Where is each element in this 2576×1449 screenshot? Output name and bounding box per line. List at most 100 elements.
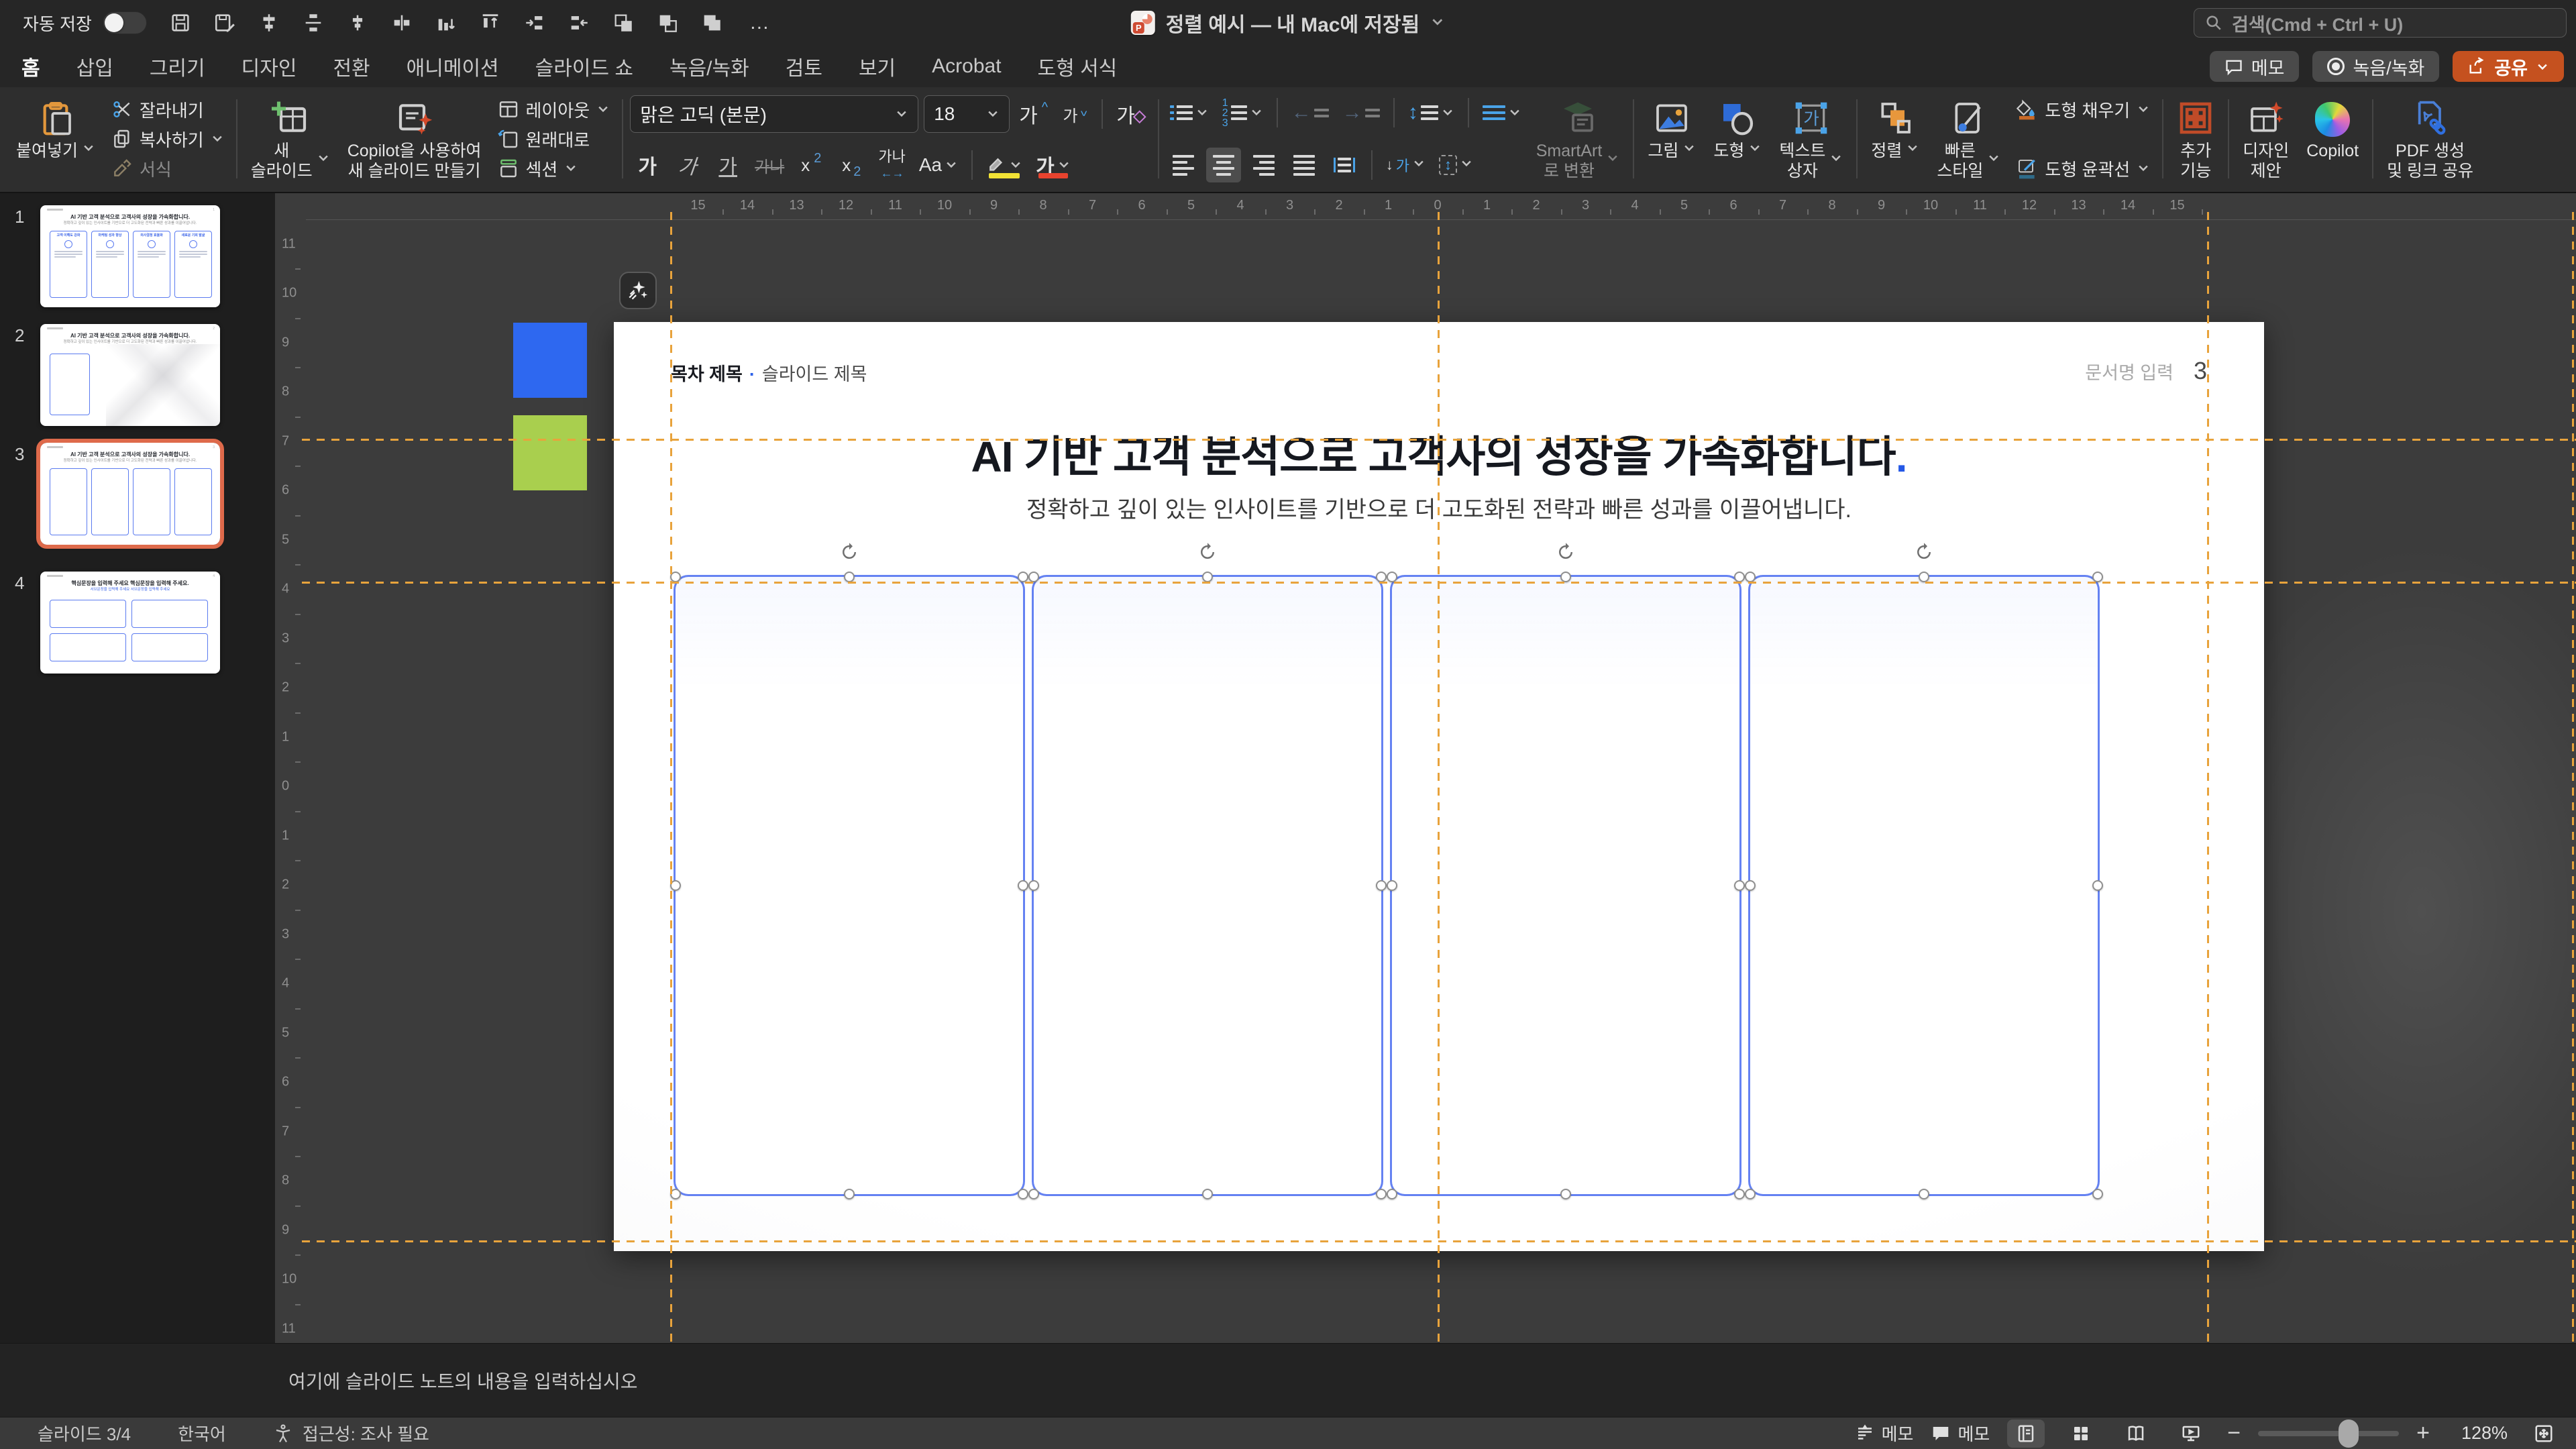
distribute-vertical-icon[interactable] (300, 9, 327, 36)
share-button[interactable]: 공유 (2453, 51, 2564, 82)
tab-검토[interactable]: 검토 (784, 49, 824, 84)
font-name-select[interactable]: 맑은 고딕 (본문) (630, 95, 918, 133)
copilot-new-slide-button[interactable]: Copilot을 사용하여 새 슬라이드 만들기 (341, 93, 488, 185)
horizontal-guide[interactable] (302, 1240, 2576, 1242)
content-placeholder-1[interactable] (674, 575, 1025, 1196)
vertical-guide[interactable] (2207, 212, 2209, 1343)
move-right-icon[interactable] (521, 9, 548, 36)
underline-button[interactable]: 가 (710, 148, 745, 182)
character-spacing-button[interactable]: 가나 ←→ (874, 148, 909, 182)
resize-handle[interactable] (844, 1189, 855, 1199)
record-button[interactable]: 녹음/녹화 (2312, 51, 2439, 82)
slideshow-view-button[interactable] (2172, 1419, 2210, 1448)
quick-styles-button[interactable]: 빠른 스타일 (1930, 93, 2007, 185)
blue-color-shape[interactable] (513, 323, 587, 398)
window-title-area[interactable]: P 정렬 예시 — 내 Mac에 저장됨 (1131, 0, 1445, 46)
design-ideas-button[interactable]: 디자인 제안 (2236, 93, 2296, 185)
autosave-control[interactable]: 자동 저장 (23, 11, 147, 36)
resize-handle[interactable] (1560, 1189, 1571, 1199)
bullets-button[interactable] (1166, 95, 1213, 130)
resize-handle[interactable] (1376, 572, 1387, 582)
resize-handle[interactable] (1028, 1189, 1039, 1199)
format-painter-button[interactable]: 서식 (106, 154, 229, 182)
slide-thumbnail-4[interactable]: 44핵심문장을 입력해 주세요 핵심문장을 입력해 주세요.서브문장을 입력해 … (40, 572, 220, 674)
superscript-button[interactable]: x2 (794, 148, 828, 182)
resize-handle[interactable] (2092, 1189, 2103, 1199)
highlight-color-button[interactable] (982, 148, 1026, 182)
align-bottom-icon[interactable] (433, 9, 460, 36)
normal-view-button[interactable] (2007, 1419, 2045, 1448)
text-direction-button[interactable]: ↓가 (1382, 148, 1430, 182)
save-icon[interactable] (167, 9, 194, 36)
resize-handle[interactable] (1387, 572, 1397, 582)
notes-pane[interactable]: 여기에 슬라이드 노트의 내용을 입력하십시오 (0, 1343, 2576, 1417)
slide-docname[interactable]: 문서명 입력 3 (2085, 357, 2207, 385)
send-backward-icon[interactable] (654, 9, 681, 36)
resize-handle[interactable] (1028, 880, 1039, 891)
shrink-font-button[interactable]: 가^ (1057, 97, 1092, 131)
vertical-guide[interactable] (2572, 212, 2574, 1343)
paste-button[interactable]: 붙여넣기 (9, 93, 102, 185)
numbering-button[interactable]: 123 (1218, 95, 1267, 130)
tab-애니메이션[interactable]: 애니메이션 (405, 49, 500, 84)
shape-fill-button[interactable]: 도형 채우기 (2011, 95, 2155, 123)
resize-handle[interactable] (1745, 1189, 1756, 1199)
subscript-button[interactable]: x2 (834, 148, 869, 182)
more-commands-button[interactable]: … (745, 11, 771, 34)
zoom-in-button[interactable]: + (2416, 1420, 2430, 1446)
content-placeholder-3[interactable] (1390, 575, 1741, 1196)
align-right-button[interactable] (1246, 148, 1281, 182)
accessibility-checker[interactable]: 접근성: 조사 필요 (273, 1421, 429, 1446)
tab-Acrobat[interactable]: Acrobat (930, 52, 1002, 80)
shape-outline-button[interactable]: 도형 윤곽선 (2011, 154, 2155, 182)
zoom-slider[interactable] (2258, 1431, 2399, 1436)
zoom-slider-thumb[interactable] (2339, 1419, 2359, 1448)
rotate-handle[interactable] (839, 542, 859, 562)
tab-녹음/녹화[interactable]: 녹음/녹화 (668, 49, 751, 84)
resize-handle[interactable] (1376, 1189, 1387, 1199)
align-objects-center-icon[interactable] (256, 9, 282, 36)
zoom-out-button[interactable]: − (2227, 1420, 2241, 1446)
merge-shapes-icon[interactable] (698, 9, 725, 36)
resize-handle[interactable] (1018, 572, 1028, 582)
cut-button[interactable]: 잘라내기 (106, 95, 229, 123)
tab-삽입[interactable]: 삽입 (75, 49, 115, 84)
pdf-create-share-button[interactable]: PDF 생성 및 링크 공유 (2380, 93, 2480, 185)
distribute-text-button[interactable] (1327, 148, 1362, 182)
vertical-ruler[interactable]: 111098765432101234567891011 (275, 220, 306, 1343)
change-case-button[interactable]: Aa (915, 148, 962, 182)
resize-handle[interactable] (1734, 880, 1745, 891)
copy-button[interactable]: 복사하기 (106, 125, 229, 153)
title-chevron-icon[interactable] (1430, 14, 1445, 32)
comments-toggle-button[interactable]: 메모 (1931, 1421, 1990, 1446)
reading-view-button[interactable] (2117, 1419, 2155, 1448)
line-spacing-button[interactable]: ↕ (1404, 95, 1458, 130)
slide-thumbnail-3[interactable]: 33AI 기반 고객 분석으로 고객사의 성장을 가속화합니다.정확하고 깊이 … (40, 443, 220, 545)
arrange-button[interactable]: 정렬 (1864, 93, 1926, 185)
slide-sorter-view-button[interactable] (2062, 1419, 2100, 1448)
zoom-percent[interactable]: 128% (2447, 1423, 2508, 1444)
section-button[interactable]: 섹션 (492, 154, 616, 182)
strikethrough-button[interactable]: 가나 (751, 148, 788, 182)
resize-handle[interactable] (1734, 572, 1745, 582)
resize-handle[interactable] (1560, 572, 1571, 582)
resize-handle[interactable] (1387, 1189, 1397, 1199)
tab-디자인[interactable]: 디자인 (240, 49, 299, 84)
convert-to-smartart-button[interactable]: SmartArt 로 변환 (1529, 93, 1627, 185)
layout-button[interactable]: 레이아웃 (492, 95, 616, 123)
textbox-button[interactable]: 가 텍스트 상자 (1772, 93, 1849, 185)
align-left-button[interactable] (1166, 148, 1201, 182)
save-edit-icon[interactable] (211, 9, 238, 36)
decrease-indent-button[interactable]: ← (1287, 95, 1333, 130)
slide-thumbnail-2[interactable]: 22AI 기반 고객 분석으로 고객사의 성장을 가속화합니다.정확하고 깊이 … (40, 324, 220, 426)
comments-button[interactable]: 메모 (2210, 51, 2300, 82)
search-input[interactable]: 검색(Cmd + Ctrl + U) (2194, 8, 2567, 38)
green-color-shape[interactable] (513, 415, 587, 490)
tab-전환[interactable]: 전환 (331, 49, 371, 84)
resize-handle[interactable] (1028, 572, 1039, 582)
distribute-horizontal-icon[interactable] (388, 9, 415, 36)
italic-button[interactable]: 가 (668, 148, 706, 182)
slide-eyebrow[interactable]: 목차 제목 · 슬라이드 제목 (671, 360, 867, 386)
rotate-handle[interactable] (1914, 542, 1934, 562)
resize-handle[interactable] (2092, 572, 2103, 582)
